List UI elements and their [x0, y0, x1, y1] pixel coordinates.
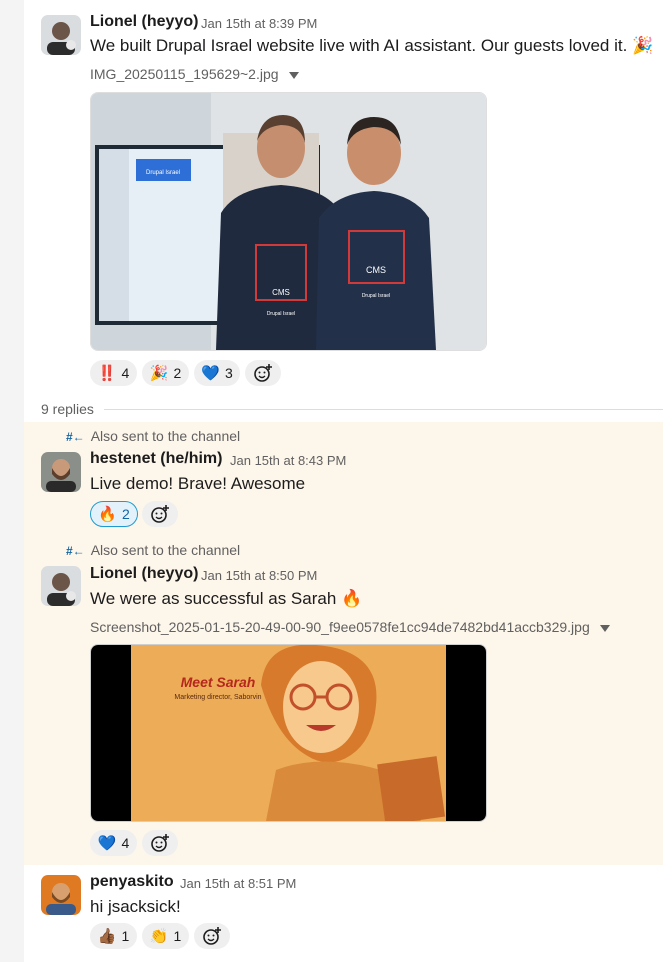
add-reaction-button[interactable] — [245, 360, 281, 386]
reaction-pill-selected[interactable]: 🔥 2 — [90, 501, 138, 527]
replies-count[interactable]: 9 replies — [41, 401, 94, 417]
reaction-emoji: 👏 — [149, 927, 169, 945]
message-text: We built Drupal Israel website live with… — [90, 36, 654, 55]
also-sent-text: Also sent to the channel — [90, 542, 241, 558]
message-timestamp[interactable]: Jan 15th at 8:51 PM — [180, 876, 296, 891]
attachment-filename-label: IMG_20250115_195629~2.jpg — [90, 66, 279, 82]
message-author[interactable]: Lionel (heyyo) — [90, 565, 198, 583]
message-text: hi jsacksick! — [90, 897, 181, 916]
message-timestamp[interactable]: Jan 15th at 8:43 PM — [230, 453, 346, 468]
hash-arrow-icon: #← — [66, 430, 85, 444]
message-text: Live demo! Brave! Awesome — [90, 474, 306, 493]
reaction-pill[interactable]: ‼️ 4 — [90, 360, 137, 386]
reaction-pill[interactable]: 💙 4 — [90, 830, 137, 856]
also-sent-text: Also sent to the channel — [90, 428, 241, 444]
add-reaction-icon — [151, 505, 169, 523]
reaction-emoji: ‼️ — [97, 364, 117, 382]
reaction-pill[interactable]: 💙 3 — [194, 360, 240, 386]
shirt-logo-text: CMS — [366, 265, 386, 275]
message-timestamp[interactable]: Jan 15th at 8:50 PM — [201, 568, 317, 583]
avatar[interactable] — [41, 566, 81, 606]
add-reaction-button[interactable] — [142, 501, 178, 527]
photo-subtitle: Marketing director, Saborvin — [174, 694, 261, 701]
reaction-count: 4 — [121, 365, 130, 381]
photo-title: Meet Sarah — [181, 674, 256, 690]
shirt-caption: Drupal Israel — [362, 293, 390, 299]
add-reaction-button[interactable] — [142, 830, 178, 856]
left-gutter — [0, 0, 24, 962]
attachment-filename[interactable]: Screenshot_2025-01-15-20-49-00-90_f9ee05… — [90, 619, 610, 635]
avatar[interactable] — [41, 452, 81, 492]
screen-title: Drupal Israel — [146, 170, 180, 176]
hash-arrow-icon: #← — [66, 544, 85, 558]
reaction-pill[interactable]: 👏 1 — [142, 923, 189, 949]
chevron-down-icon[interactable] — [599, 624, 610, 632]
reaction-count: 2 — [121, 506, 130, 522]
reaction-emoji: 💙 — [97, 834, 117, 852]
also-sent-label: #← Also sent to the channel — [66, 428, 240, 444]
add-reaction-icon — [254, 364, 272, 382]
add-reaction-button[interactable] — [194, 923, 230, 949]
attachment-photo[interactable]: Drupal Israel CMS Drupal Israel CMS Drup… — [90, 92, 487, 351]
reaction-count: 4 — [121, 835, 130, 851]
chevron-down-icon[interactable] — [288, 71, 299, 79]
reaction-emoji: 💙 — [201, 364, 220, 382]
add-reaction-icon — [203, 927, 221, 945]
reaction-emoji: 🔥 — [98, 505, 117, 523]
reaction-count: 1 — [173, 928, 182, 944]
reaction-count: 1 — [121, 928, 130, 944]
divider — [104, 409, 663, 410]
reaction-count: 2 — [173, 365, 182, 381]
reaction-emoji: 🎉 — [149, 364, 169, 382]
message-author[interactable]: Lionel (heyyo) — [90, 13, 198, 31]
message-author[interactable]: penyaskito — [90, 873, 174, 891]
reaction-pill[interactable]: 👍🏾 1 — [90, 923, 137, 949]
reaction-pill[interactable]: 🎉 2 — [142, 360, 189, 386]
also-sent-label: #← Also sent to the channel — [66, 542, 240, 558]
reaction-count: 3 — [224, 365, 233, 381]
avatar[interactable] — [41, 15, 81, 55]
shirt-caption: Drupal Israel — [267, 311, 295, 317]
avatar[interactable] — [41, 875, 81, 915]
message-text: We were as successful as Sarah 🔥 — [90, 589, 363, 608]
reaction-emoji: 👍🏾 — [97, 927, 117, 945]
attachment-filename-label: Screenshot_2025-01-15-20-49-00-90_f9ee05… — [90, 619, 590, 635]
attachment-photo[interactable]: Meet Sarah Marketing director, Saborvin — [90, 644, 487, 822]
message-timestamp[interactable]: Jan 15th at 8:39 PM — [201, 16, 317, 31]
attachment-filename[interactable]: IMG_20250115_195629~2.jpg — [90, 66, 299, 82]
shirt-logo-text: CMS — [272, 288, 290, 297]
add-reaction-icon — [151, 834, 169, 852]
message-author[interactable]: hestenet (he/him) — [90, 450, 222, 468]
